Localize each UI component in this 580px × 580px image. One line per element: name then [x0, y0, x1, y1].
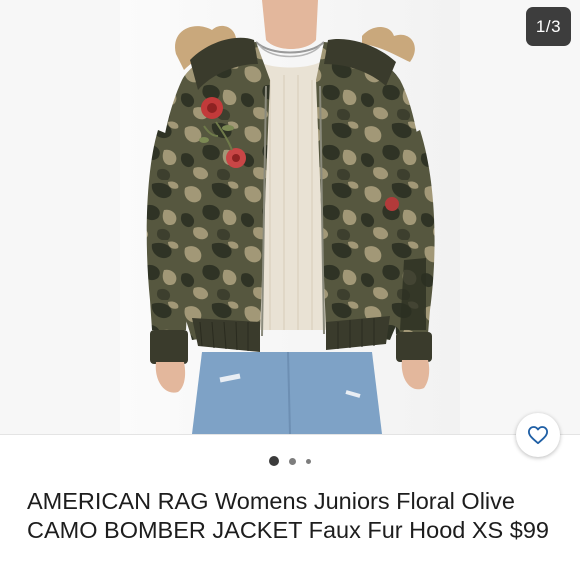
pagination-dots	[0, 455, 580, 467]
heart-outline-icon	[528, 426, 548, 445]
page-dot-1[interactable]	[269, 456, 279, 466]
product-photo[interactable]	[120, 0, 460, 434]
image-counter: 1/3	[526, 7, 571, 46]
page-dot-3[interactable]	[306, 458, 311, 464]
listing-screen: 1/3 AMERICAN RAG Womens Juniors Floral O…	[0, 0, 580, 580]
gallery-divider	[0, 434, 580, 435]
page-dot-2[interactable]	[289, 457, 296, 465]
like-button[interactable]	[516, 413, 560, 457]
photo-gallery[interactable]: 1/3	[0, 0, 580, 434]
listing-title: AMERICAN RAG Womens Juniors Floral Olive…	[27, 488, 549, 543]
